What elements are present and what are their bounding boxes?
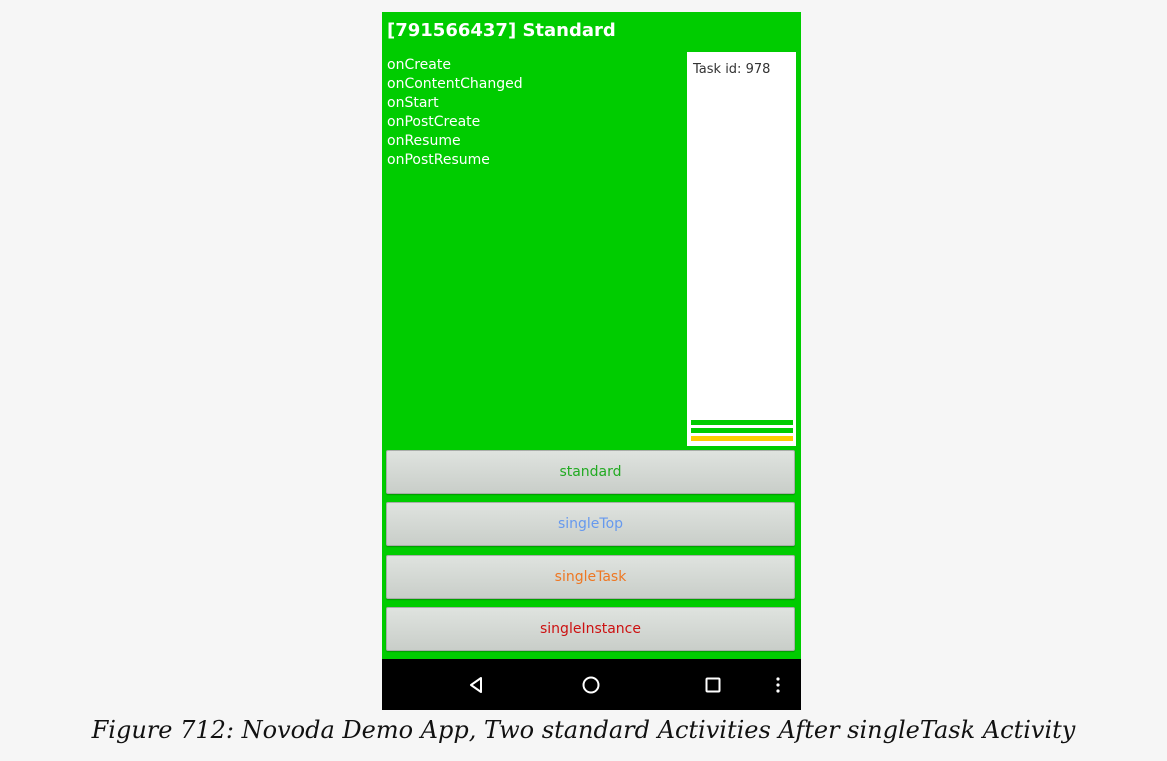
lifecycle-event: onStart [387, 95, 439, 111]
home-icon[interactable] [573, 659, 609, 710]
task-id-label: Task id: 978 [693, 62, 771, 77]
figure-caption: Figure 712: Novoda Demo App, Two standar… [91, 716, 1076, 744]
overflow-menu-icon[interactable] [766, 659, 790, 710]
task-stack-panel: Task id: 978 [687, 52, 796, 446]
single-instance-button[interactable]: singleInstance [386, 607, 795, 651]
task-stack-entry-standard-1 [691, 420, 793, 425]
task-stack-entry-singletask [691, 436, 793, 441]
lifecycle-event: onResume [387, 133, 461, 149]
navigation-bar [382, 659, 801, 710]
standard-button-label: standard [559, 464, 622, 480]
single-task-button-label: singleTask [554, 569, 627, 585]
task-stack-entry-standard-2 [691, 428, 793, 433]
activity-title: [791566437] Standard [387, 20, 616, 41]
standard-button[interactable]: standard [386, 450, 795, 494]
back-icon[interactable] [458, 659, 494, 710]
recents-icon[interactable] [695, 659, 731, 710]
phone-screen: [791566437] Standard onCreate onContentC… [382, 12, 801, 710]
lifecycle-event-list: onCreate onContentChanged onStart onPost… [387, 56, 523, 170]
single-top-button[interactable]: singleTop [386, 502, 795, 546]
single-instance-button-label: singleInstance [540, 621, 641, 637]
lifecycle-event: onPostResume [387, 152, 490, 168]
lifecycle-event: onContentChanged [387, 76, 523, 92]
lifecycle-event: onCreate [387, 57, 451, 73]
lifecycle-event: onPostCreate [387, 114, 481, 130]
single-task-button[interactable]: singleTask [386, 555, 795, 599]
single-top-button-label: singleTop [557, 516, 624, 532]
